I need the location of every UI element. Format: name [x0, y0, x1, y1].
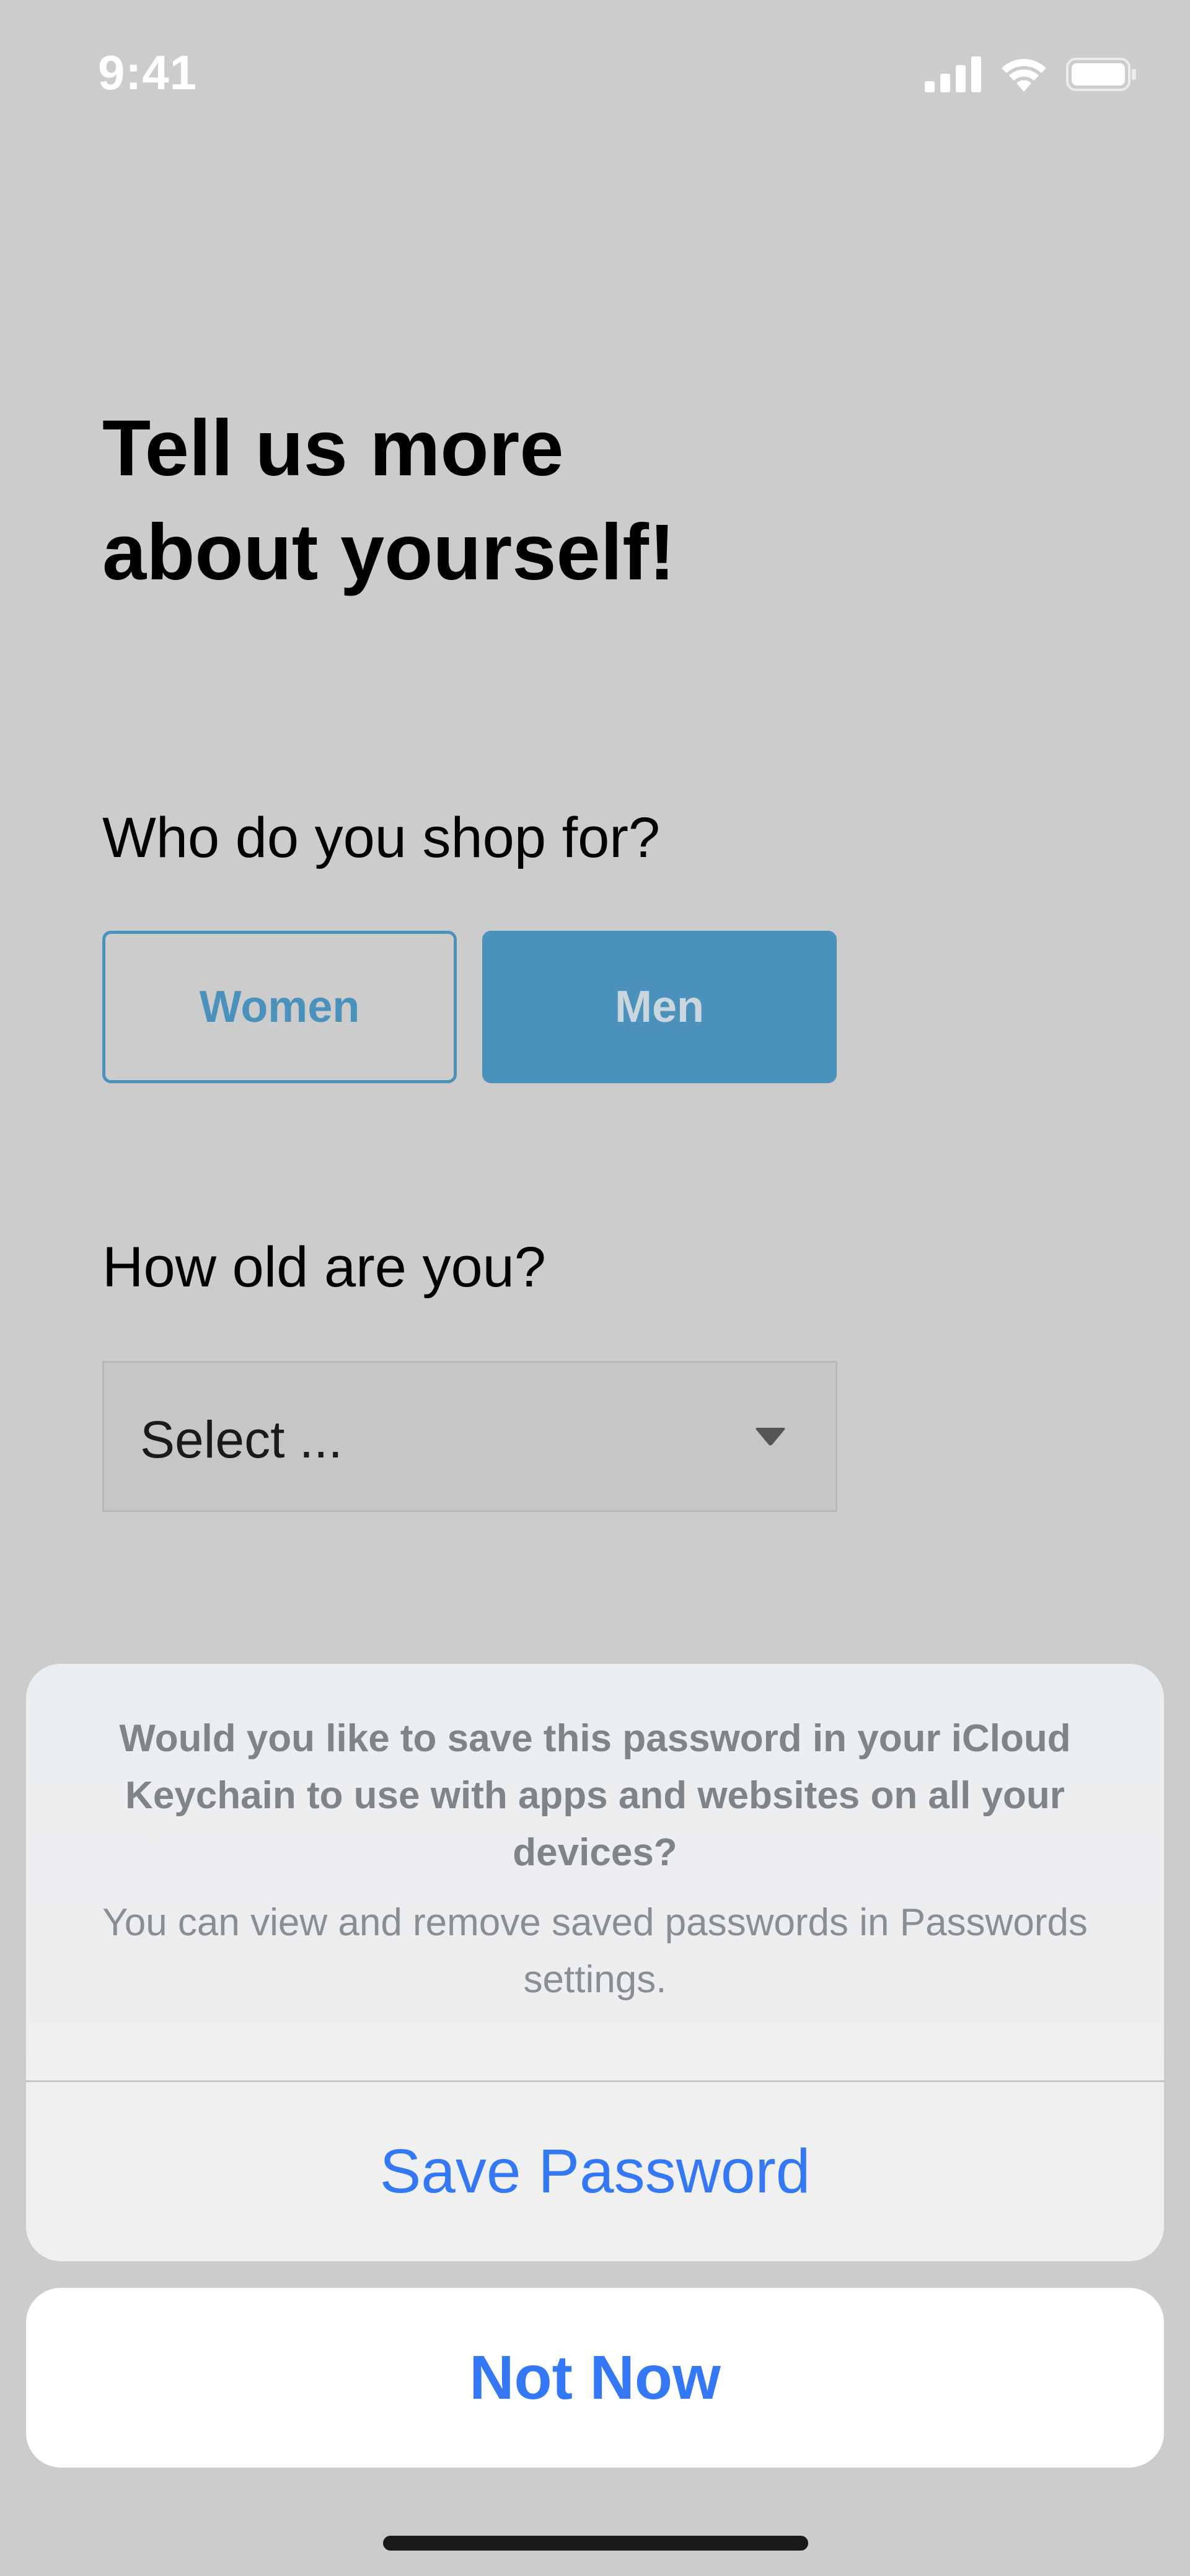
men-button[interactable]: Men [482, 931, 837, 1083]
wifi-icon [1002, 59, 1046, 92]
save-password-action-sheet: Would you like to save this password in … [26, 1664, 1164, 2261]
sheet-title: Would you like to save this password in … [119, 1717, 1071, 1874]
status-bar: 9:41 [0, 0, 1190, 143]
page-title-line-2: about yourself! [102, 508, 676, 597]
battery-icon [1066, 58, 1136, 91]
signal-icon [925, 56, 981, 92]
save-password-button[interactable]: Save Password [26, 2082, 1164, 2261]
page-title-line-1: Tell us more [102, 404, 564, 493]
chevron-down-icon [756, 1428, 785, 1446]
home-indicator[interactable] [383, 2536, 808, 2551]
page-title: Tell us more about yourself! [102, 397, 908, 605]
sheet-message-area: Would you like to save this password in … [26, 1664, 1164, 2080]
shop-for-question: Who do you shop for? [102, 806, 661, 869]
age-question: How old are you? [102, 1236, 546, 1299]
status-icons [925, 56, 1137, 93]
sheet-message: You can view and remove saved passwords … [102, 1901, 1088, 2001]
age-select-value: Select ... [140, 1410, 343, 1469]
not-now-button[interactable]: Not Now [26, 2288, 1164, 2468]
status-time: 9:41 [98, 45, 198, 100]
women-button[interactable]: Women [102, 931, 457, 1083]
age-select-dropdown[interactable]: Select ... [102, 1361, 837, 1512]
